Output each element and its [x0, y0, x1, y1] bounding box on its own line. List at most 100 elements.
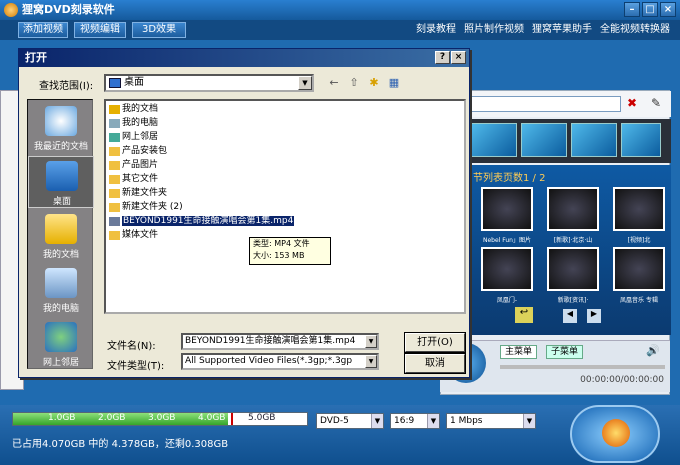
prev-page-icon[interactable]: ◀ — [563, 309, 577, 323]
tab-3d-effect[interactable]: 3D效果 — [132, 22, 186, 38]
folder-icon — [109, 105, 120, 114]
bitrate-value: 1 Mbps — [450, 416, 483, 426]
folder-icon — [109, 175, 120, 184]
file-info-tooltip: 类型: MP4 文件 大小: 153 MB — [249, 237, 331, 265]
capacity-tick: 3.0GB — [148, 413, 176, 423]
place-my-documents[interactable]: 我的文档 — [28, 210, 94, 262]
preview-page-title: 节列表页数1 / 2 — [473, 173, 546, 184]
template-thumb[interactable] — [571, 123, 617, 157]
main-menu-button[interactable]: 主菜单 — [500, 345, 538, 359]
capacity-tick: 2.0GB — [98, 413, 126, 423]
list-item[interactable]: BEYOND1991生命接触演唱会第1集.mp4 — [108, 215, 295, 228]
minimize-button[interactable]: – — [624, 2, 640, 17]
link-apple-helper[interactable]: 狸窝苹果助手 — [532, 20, 592, 40]
place-label: 我的文档 — [42, 250, 79, 260]
list-item[interactable]: 我的文档 — [108, 103, 158, 116]
capacity-tick: 4.0GB — [198, 413, 226, 423]
network-icon — [45, 322, 77, 352]
filename-input[interactable]: BEYOND1991生命接触演唱会第1集.mp4 ▼ — [181, 333, 379, 350]
new-folder-icon[interactable]: ✱ — [367, 76, 381, 90]
list-item[interactable]: 新建文件夹 — [108, 187, 167, 200]
list-item[interactable]: 网上邻居 — [108, 131, 158, 144]
list-item[interactable]: 产品图片 — [108, 159, 158, 172]
bitrate-select[interactable]: 1 Mbps ▼ — [446, 413, 536, 429]
chevron-down-icon: ▼ — [427, 414, 439, 428]
up-folder-icon[interactable]: ⇧ — [347, 76, 361, 90]
video-file-icon — [109, 217, 120, 226]
file-name: 新建文件夹 — [122, 188, 168, 198]
list-item[interactable]: 其它文件 — [108, 173, 158, 186]
tab-add-video[interactable]: 添加视频 — [18, 22, 68, 38]
tab-video-edit[interactable]: 视频编辑 — [74, 22, 126, 38]
disc-type-select[interactable]: DVD-5 ▼ — [316, 413, 384, 429]
network-icon — [109, 133, 120, 142]
template-thumb[interactable] — [521, 123, 567, 157]
delete-icon[interactable]: ✖ — [627, 96, 637, 110]
capacity-tick: 5.0GB — [248, 413, 276, 423]
file-name: 我的电脑 — [122, 118, 159, 128]
sub-menu-button[interactable]: 子菜单 — [546, 345, 584, 359]
file-name: 我的文档 — [122, 104, 159, 114]
folder-shortcut-icon — [109, 231, 120, 240]
preview-caption: 新歌[资讯]· — [557, 297, 589, 304]
list-item[interactable]: 新建文件夹 (2) — [108, 201, 183, 214]
open-button[interactable]: 打开(O) — [404, 332, 466, 353]
template-select[interactable] — [471, 96, 621, 112]
chevron-down-icon: ▼ — [365, 335, 377, 348]
next-page-icon[interactable]: ▶ — [587, 309, 601, 323]
filename-label: 文件名(N): — [107, 341, 156, 352]
place-label: 网上邻居 — [42, 358, 79, 368]
title-bar: 狸窝DVD刻录软件 – □ × — [0, 0, 680, 20]
filetype-value: All Supported Video Files(*.3gp;*.3gp — [185, 356, 353, 366]
link-video-converter[interactable]: 全能视频转换器 — [600, 20, 670, 40]
back-icon[interactable]: ← — [327, 76, 341, 90]
help-button[interactable]: ? — [435, 51, 450, 64]
filetype-select[interactable]: All Supported Video Files(*.3gp;*.3gp ▼ — [181, 353, 379, 370]
place-network[interactable]: 网上邻居 — [28, 318, 94, 370]
place-desktop[interactable]: 桌面 — [28, 156, 94, 208]
view-menu-icon[interactable]: ▦ — [387, 76, 401, 90]
link-photo-video[interactable]: 照片制作视频 — [464, 20, 524, 40]
seek-slider[interactable] — [500, 365, 665, 369]
playback-bar: ▶ 主菜单 子菜单 🔊 00:00:00/00:00:00 — [440, 340, 670, 392]
look-in-value: 桌面 — [124, 77, 144, 88]
file-name: 新建文件夹 (2) — [122, 202, 183, 212]
file-name: 其它文件 — [122, 174, 159, 184]
desktop-icon — [46, 161, 78, 191]
file-name: 产品安装包 — [122, 146, 168, 156]
aspect-select[interactable]: 16:9 ▼ — [390, 413, 440, 429]
app-title: 狸窝DVD刻录软件 — [22, 3, 115, 16]
volume-icon[interactable]: 🔊 — [646, 344, 660, 357]
place-my-computer[interactable]: 我的电脑 — [28, 264, 94, 316]
time-display: 00:00:00/00:00:00 — [580, 375, 664, 385]
chevron-down-icon: ▼ — [298, 76, 312, 90]
look-in-select[interactable]: 桌面 ▼ — [104, 74, 314, 92]
close-button[interactable]: × — [660, 2, 676, 17]
computer-icon — [45, 268, 77, 298]
list-item[interactable]: 产品安装包 — [108, 145, 167, 158]
burn-button[interactable] — [570, 405, 660, 463]
file-name: 网上邻居 — [122, 132, 159, 142]
filename-value: BEYOND1991生命接触演唱会第1集.mp4 — [185, 336, 356, 346]
preview-video-thumb — [547, 187, 599, 231]
menu-bar: 添加视频 视频编辑 3D效果 刻录教程 照片制作视频 狸窝苹果助手 全能视频转换… — [0, 20, 680, 40]
preview-caption: [视频]北 — [627, 237, 651, 244]
dialog-close-button[interactable]: × — [451, 51, 466, 64]
filetype-label: 文件类型(T): — [107, 361, 165, 372]
place-recent[interactable]: 我最近的文档 — [28, 102, 94, 154]
folder-icon — [45, 214, 77, 244]
dialog-title: 打开 ? × — [19, 49, 469, 67]
folder-icon — [109, 203, 120, 212]
cancel-button[interactable]: 取消 — [404, 353, 466, 374]
list-item[interactable]: 媒体文件 — [108, 229, 158, 242]
link-burn-tutorial[interactable]: 刻录教程 — [416, 20, 456, 40]
bottom-bar: 1.0GB 2.0GB 3.0GB 4.0GB 5.0GB DVD-5 ▼ 16:… — [0, 405, 680, 465]
template-thumb[interactable] — [621, 123, 661, 157]
place-label: 我的电脑 — [42, 304, 79, 314]
list-item[interactable]: 我的电脑 — [108, 117, 158, 130]
return-icon[interactable]: ↩ — [515, 307, 533, 323]
maximize-button[interactable]: □ — [642, 2, 658, 17]
chevron-down-icon: ▼ — [523, 414, 535, 428]
template-thumb[interactable] — [471, 123, 517, 157]
edit-icon[interactable]: ✎ — [651, 96, 661, 110]
